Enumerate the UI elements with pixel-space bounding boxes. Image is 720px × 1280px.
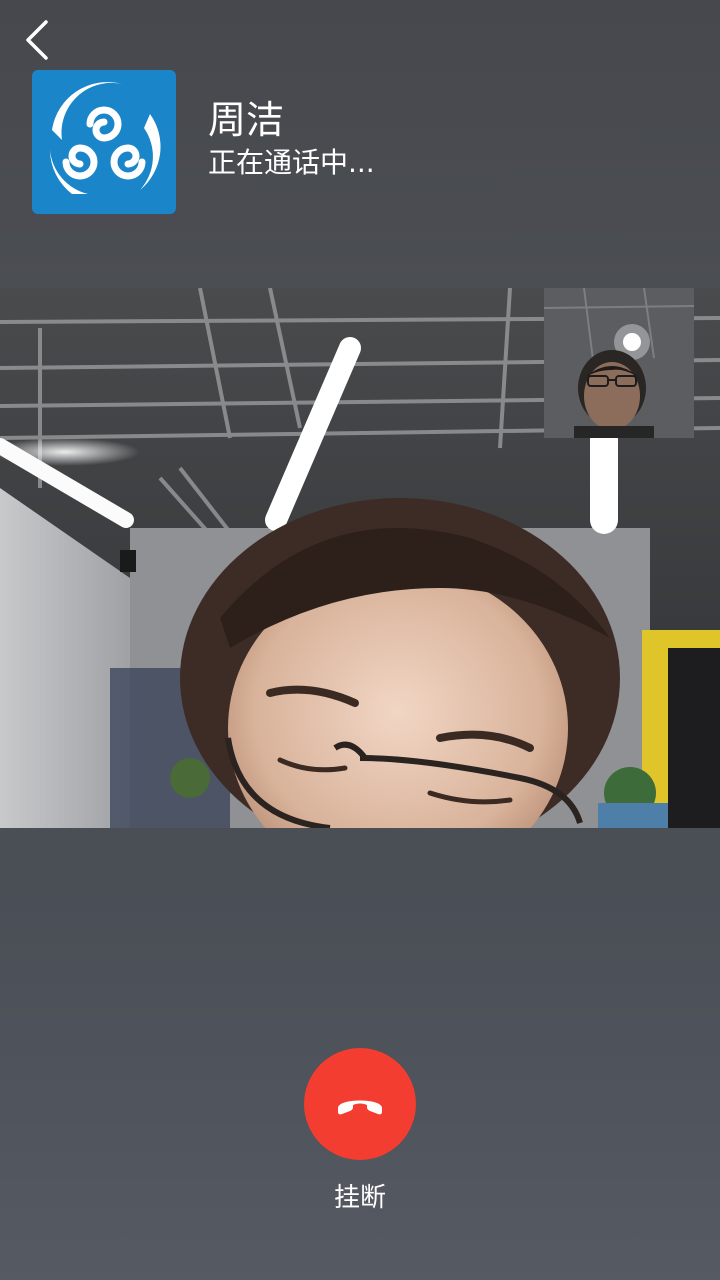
phone-hangup-icon xyxy=(338,1100,382,1115)
contact-avatar xyxy=(32,70,176,214)
call-status: 正在通话中... xyxy=(208,146,375,179)
chevron-left-icon xyxy=(26,20,48,60)
hangup-button[interactable] xyxy=(304,1048,416,1160)
self-preview-video[interactable] xyxy=(544,288,694,438)
hangup-label: 挂断 xyxy=(333,1183,386,1213)
back-button[interactable] xyxy=(16,18,56,62)
self-preview-frame xyxy=(544,288,694,438)
swirl-logo-icon xyxy=(40,78,168,206)
contact-name: 周洁 xyxy=(208,98,285,142)
